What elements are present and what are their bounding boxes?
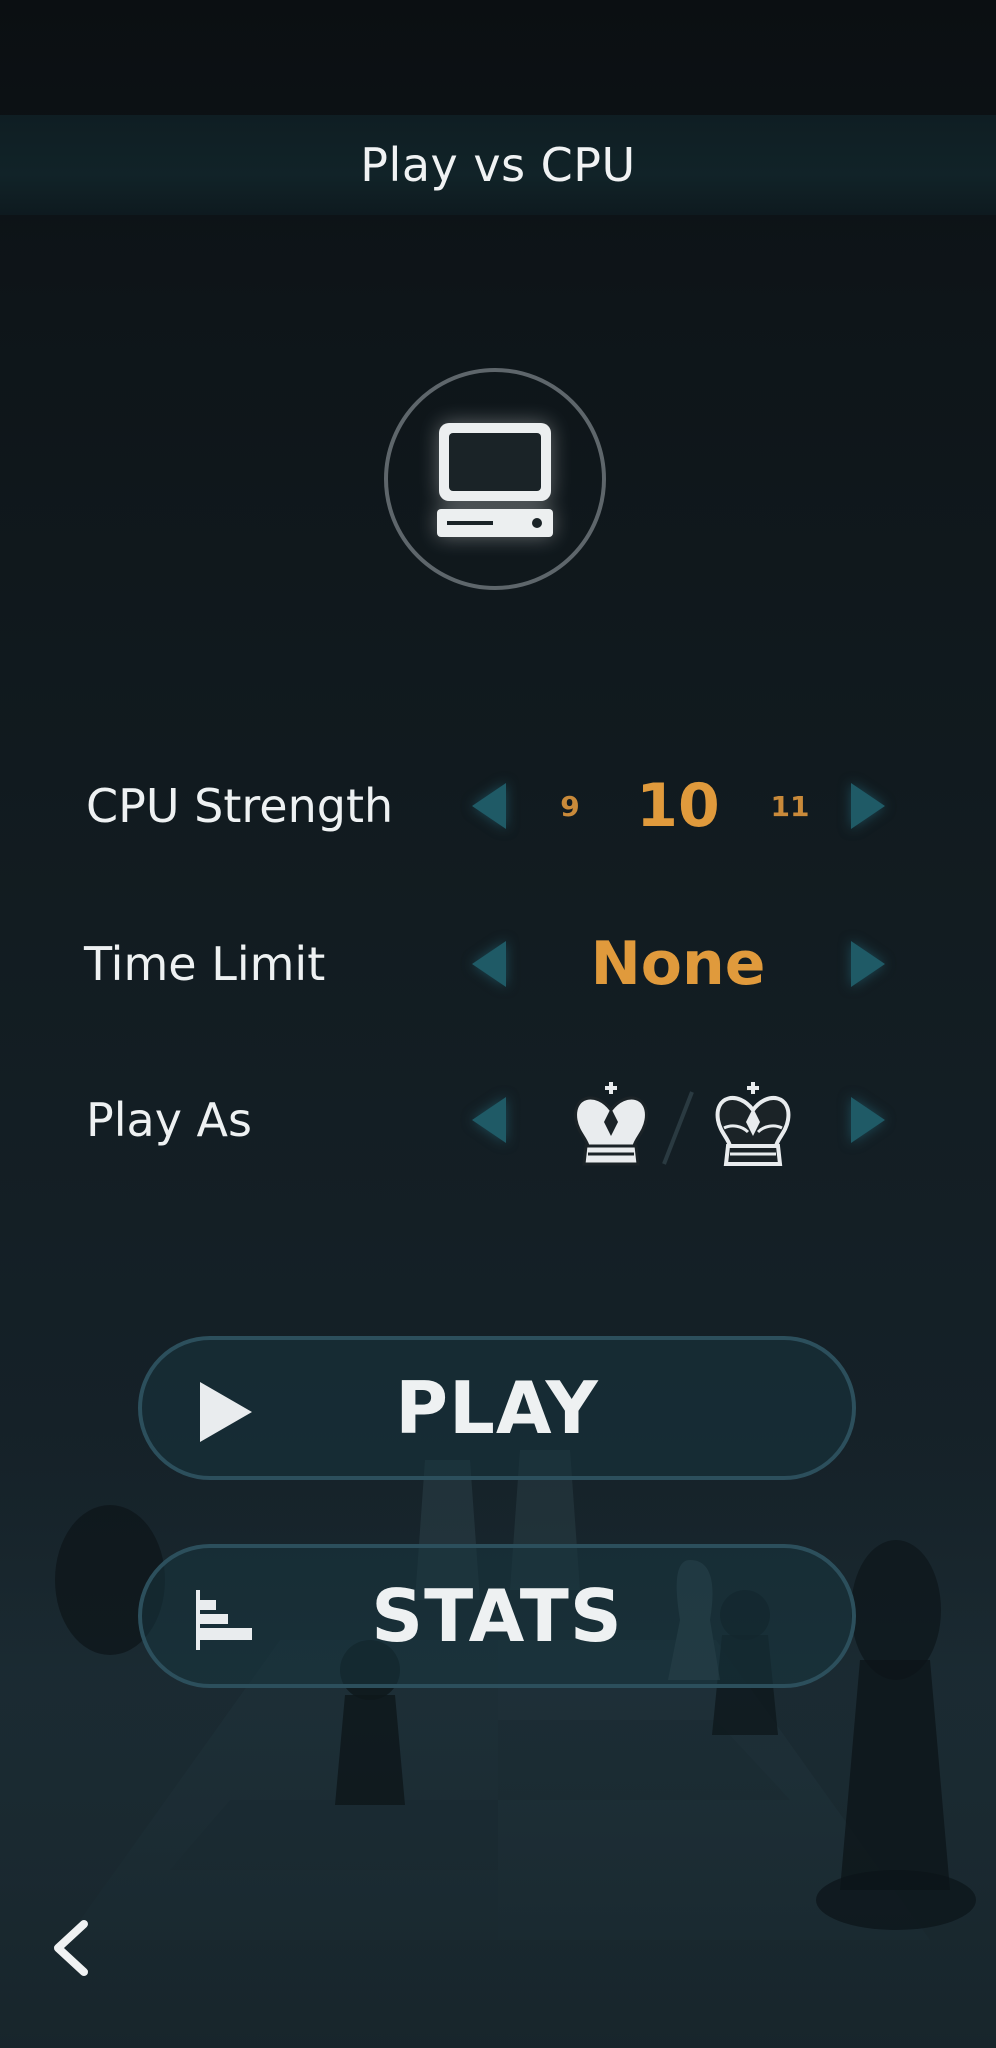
play-as-previous-button[interactable]: [464, 1095, 514, 1145]
stats-button-label: STATS: [371, 1574, 623, 1658]
cpu-strength-value: 10: [636, 771, 720, 841]
triangle-right-icon: [851, 941, 885, 987]
play-as-label: Play As: [86, 1093, 252, 1147]
chess-board-background: [0, 1420, 996, 2048]
triangle-left-icon: [472, 1097, 506, 1143]
play-as-next-button[interactable]: [843, 1095, 893, 1145]
time-limit-row: Time Limit None: [0, 914, 996, 1014]
cpu-strength-prev-value: 9: [560, 789, 580, 823]
cpu-strength-increase-button[interactable]: [843, 781, 893, 831]
time-limit-value: None: [590, 929, 766, 999]
stats-button[interactable]: STATS: [138, 1544, 856, 1688]
cpu-avatar: [384, 368, 606, 590]
time-limit-decrease-button[interactable]: [464, 939, 514, 989]
cpu-strength-next-value: 11: [770, 789, 810, 823]
bar-chart-icon: [196, 1590, 252, 1650]
back-button[interactable]: [48, 1918, 96, 1978]
triangle-left-icon: [472, 941, 506, 987]
black-king-icon[interactable]: [708, 1080, 798, 1170]
page-title: Play vs CPU: [360, 138, 636, 192]
time-limit-increase-button[interactable]: [843, 939, 893, 989]
play-button[interactable]: PLAY: [138, 1336, 856, 1480]
play-button-label: PLAY: [395, 1366, 599, 1450]
play-icon: [200, 1382, 252, 1442]
divider-slash: [662, 1091, 694, 1165]
time-limit-label: Time Limit: [84, 937, 326, 991]
triangle-right-icon: [851, 783, 885, 829]
triangle-right-icon: [851, 1097, 885, 1143]
cpu-strength-label: CPU Strength: [86, 779, 394, 833]
play-as-row: Play As: [0, 1070, 996, 1170]
chevron-left-icon: [54, 1920, 88, 1976]
triangle-left-icon: [472, 783, 506, 829]
computer-icon: [437, 423, 553, 537]
header-bar: Play vs CPU: [0, 115, 996, 215]
cpu-strength-decrease-button[interactable]: [464, 781, 514, 831]
cpu-strength-row: CPU Strength 9 10 11: [0, 756, 996, 856]
white-king-icon[interactable]: [566, 1080, 656, 1170]
